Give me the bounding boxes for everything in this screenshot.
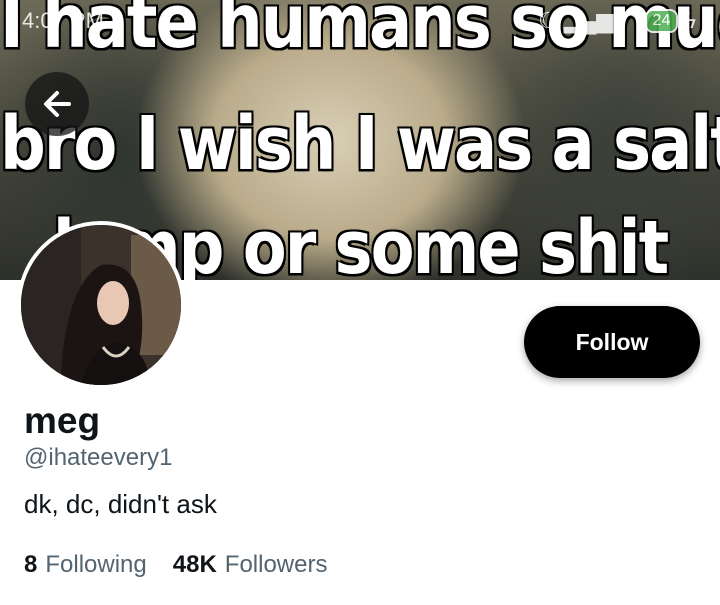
back-button[interactable] <box>25 72 89 136</box>
signal-icon: ▂▄▆ <box>563 8 614 33</box>
wifi-icon: ◠ <box>619 8 639 33</box>
following-label: Following <box>45 551 147 578</box>
arrow-left-icon <box>44 91 71 117</box>
followers-link[interactable]: 48K Followers <box>173 551 328 579</box>
avatar[interactable] <box>17 221 185 389</box>
charging-icon: ϟ <box>684 8 696 33</box>
banner-text-line: bro I wish I was a salt <box>0 102 720 188</box>
battery-level: 24 <box>652 12 671 29</box>
avatar-image <box>21 225 181 385</box>
follow-stats: 8 Following 48K Followers <box>24 551 327 579</box>
followers-label: Followers <box>224 551 328 578</box>
followers-count: 48K <box>172 551 217 578</box>
user-bio: dk, dc, didn't ask <box>24 489 217 519</box>
moon-icon: ☾ <box>538 8 558 33</box>
status-time: 4:07 PM <box>22 8 104 33</box>
status-icons: ☾ ▂▄▆ ◠ 24 ϟ <box>538 8 696 34</box>
status-bar: 4:07 PM ☾ ▂▄▆ ◠ 24 ϟ <box>0 0 720 40</box>
follow-button[interactable]: Follow <box>524 306 700 378</box>
following-link[interactable]: 8 Following <box>24 551 147 579</box>
following-count: 8 <box>24 551 38 578</box>
user-handle: @ihateevery1 <box>24 444 173 471</box>
battery-icon: 24 <box>644 9 679 33</box>
display-name: meg <box>24 400 101 441</box>
